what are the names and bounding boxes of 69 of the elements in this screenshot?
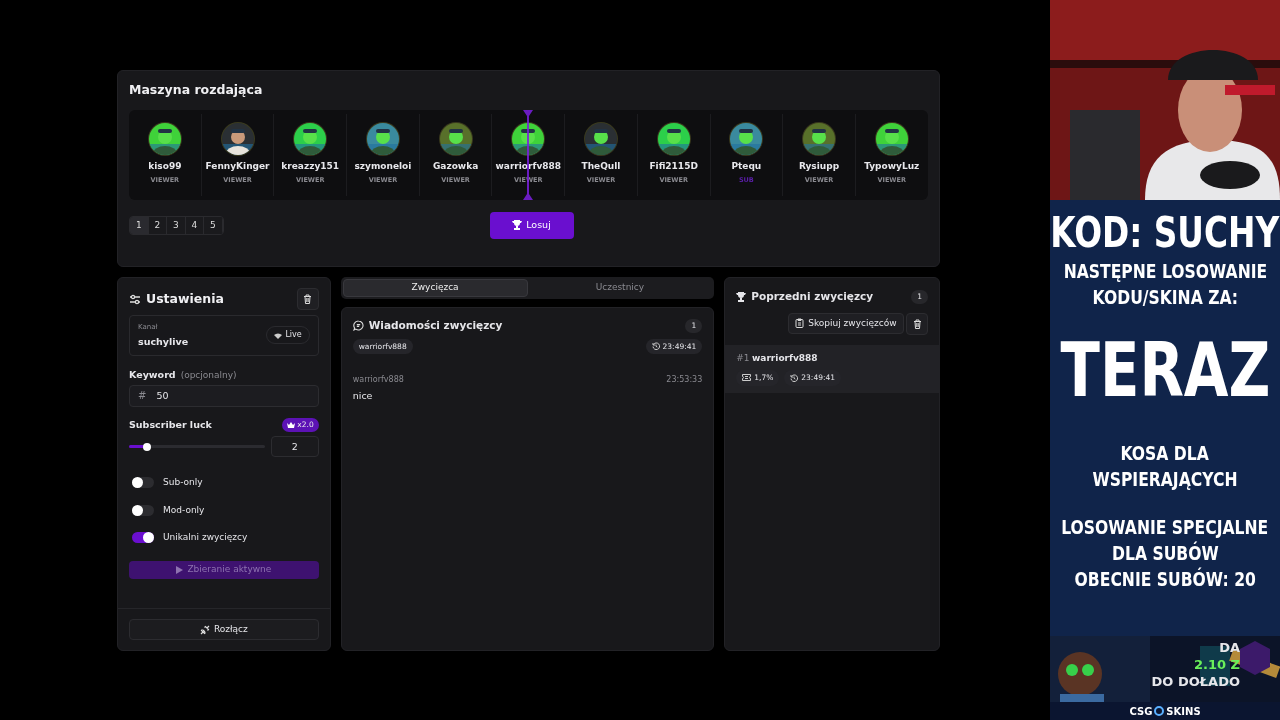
trash-icon (303, 294, 313, 304)
overlay-text: KODU/SKINA ZA: (1092, 286, 1238, 309)
overlay-text: NASTĘPNE LOSOWANIE (1063, 260, 1267, 283)
toggle-label: Sub-only (163, 476, 203, 489)
overlay-text: KOSA DLA (1120, 441, 1210, 464)
participant-name: kiso99 (148, 159, 182, 173)
page-button[interactable]: 1 (130, 216, 149, 234)
participant-name: Ptequ (731, 159, 762, 173)
keyword-field[interactable]: # 50 (129, 384, 319, 407)
wifi-icon (274, 331, 283, 339)
participant-name: kreazzy151 (281, 159, 340, 173)
overlay-text: KOD: SUCHY (1050, 210, 1280, 257)
participant-name: FennyKinger (205, 159, 270, 173)
toggle-label: Mod-only (163, 503, 205, 517)
overlay-text: OBECNIE SUBÓW: 20 (1074, 567, 1256, 590)
overlay-text: LOSOWANIE SPECJALNE (1061, 515, 1269, 538)
tab[interactable]: Uczestnicy (527, 279, 713, 297)
brand-logo: CSG SKINS (1050, 702, 1280, 720)
panel-title: Poprzedni zwycięzcy (751, 289, 874, 304)
chat-icon (352, 320, 364, 332)
copy-button[interactable]: Skopiuj zwycięzców (788, 312, 904, 334)
overlay-text: DLA SUBÓW (1111, 541, 1219, 564)
toggle-switch[interactable] (132, 504, 154, 516)
target-icon (1154, 706, 1165, 716)
panel-title: Ustawienia (146, 289, 224, 308)
field-label: Keyword (129, 367, 176, 382)
toggle-switch[interactable] (132, 532, 154, 544)
slider-thumb[interactable] (142, 442, 151, 451)
ticket-icon (742, 374, 752, 382)
toggle-switch[interactable] (132, 477, 154, 489)
field-label: Subscriber luck (129, 417, 212, 432)
delete-button[interactable] (906, 312, 928, 335)
participant-name: szymoneloi (354, 159, 412, 173)
delete-button[interactable] (296, 288, 319, 310)
keyword-input[interactable]: 50 (156, 388, 277, 403)
participant-name: TheQull (581, 159, 621, 173)
trophy-icon (736, 291, 747, 302)
sliders-icon (129, 293, 141, 305)
message-time: 23:53:33 (666, 374, 703, 386)
link-icon (199, 624, 210, 635)
draw-button[interactable]: Losuj (489, 211, 574, 239)
number-field[interactable]: 2 (270, 436, 319, 457)
tab[interactable]: Zwycięzca (342, 279, 528, 297)
message-author: warriorfv888 (352, 374, 404, 386)
trophy-icon (512, 220, 523, 231)
disconnect-button[interactable]: Rozłącz (129, 619, 319, 640)
participant-name: Rysiupp (798, 159, 840, 173)
toggle-label: Unikalni zwycięzcy (163, 531, 248, 544)
ad-text: DA (1218, 640, 1240, 657)
clipboard-icon (795, 318, 805, 329)
hint-text: (opcjonalny) (180, 368, 237, 382)
channel-name: suchylive (138, 334, 189, 349)
panel-title: Maszyna rozdająca (129, 81, 264, 99)
overlay-text: WSPIERAJĄCYCH (1092, 467, 1238, 490)
winner-name: warriorfv888 (752, 351, 818, 365)
rank-label: #1 (736, 351, 750, 365)
collect-button[interactable]: Zbieranie aktywne (129, 560, 319, 579)
panel-title: Wiadomości zwycięzcy (368, 318, 503, 333)
history-icon (651, 342, 660, 351)
crown-icon (287, 421, 296, 429)
history-icon (790, 373, 799, 382)
participant-name: TypowyLuz (864, 159, 920, 173)
participant-name: Fifi2115D (649, 159, 698, 173)
overlay-text: TERAZ (1060, 330, 1270, 412)
play-icon (176, 565, 184, 574)
ad-text: DO DOŁADO (1150, 673, 1240, 691)
message-text: nice (352, 389, 374, 403)
trash-icon (912, 318, 922, 329)
participant-name: Gazowka (432, 159, 479, 173)
